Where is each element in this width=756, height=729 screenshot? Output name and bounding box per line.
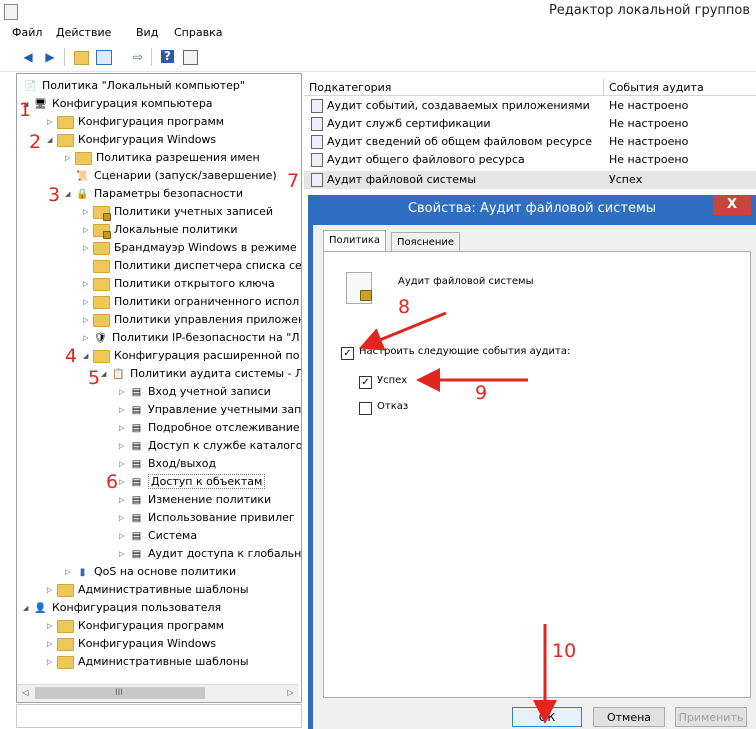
arrow-8 (358, 311, 447, 351)
annotation-arrows (358, 311, 557, 724)
